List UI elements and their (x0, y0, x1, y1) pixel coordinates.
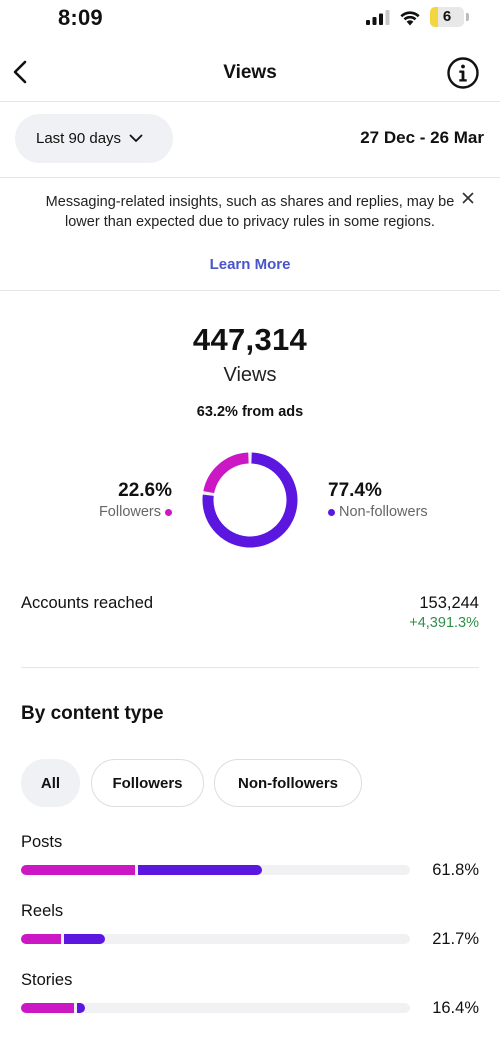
nav-bar: Views (0, 45, 500, 101)
date-range-dropdown[interactable]: Last 90 days (15, 114, 173, 163)
filter-non-followers-chip[interactable]: Non-followers (214, 759, 362, 807)
date-range-label: 27 Dec - 26 Mar (360, 128, 484, 147)
non-followers-bar-segment (76, 1003, 85, 1013)
followers-legend-dot (165, 508, 172, 516)
followers-bar-segment (21, 934, 62, 944)
followers-legend-label: Followers (98, 504, 161, 520)
followers-legend: Followers (99, 504, 172, 520)
cellular-signal-icon (366, 10, 390, 25)
non-followers-bar-segment (138, 865, 262, 875)
wifi-icon (400, 11, 420, 26)
page-title: Views (223, 62, 277, 83)
date-divider (0, 177, 500, 178)
status-bar: 8:09 6 (0, 0, 500, 38)
views-count: 447,314 (192, 322, 308, 357)
non-followers-legend-dot (328, 508, 335, 516)
section-divider (21, 667, 479, 668)
accounts-reached-label: Accounts reached (21, 594, 154, 612)
content-row-bar (21, 1003, 410, 1013)
non-followers-percentage: 77.4% (328, 480, 382, 501)
close-icon[interactable] (460, 190, 476, 206)
content-row-label: Stories (21, 971, 73, 989)
non-followers-legend: Non-followers (328, 504, 428, 520)
status-time: 8:09 (58, 5, 103, 30)
views-from-ads: 63.2% from ads (196, 404, 304, 420)
non-followers-bar-segment (64, 934, 106, 944)
accounts-reached-value: 153,244 (419, 594, 479, 612)
content-row-bar (21, 934, 410, 944)
content-row-percentage: 21.7% (432, 930, 479, 948)
learn-more-link[interactable]: Learn More (0, 256, 500, 273)
privacy-notice-text: Messaging-related insights, such as shar… (45, 194, 455, 230)
content-row-percentage: 16.4% (432, 999, 479, 1017)
content-row-label: Reels (21, 902, 64, 920)
views-label: Views (223, 364, 277, 386)
header-divider (0, 101, 500, 102)
filter-followers-chip[interactable]: Followers (91, 759, 204, 807)
views-donut-chart (202, 452, 298, 548)
donut-followers-slice (203, 452, 249, 494)
followers-bar-segment (21, 1003, 74, 1013)
banner-divider (0, 290, 500, 291)
content-row-label: Posts (21, 833, 63, 851)
content-row-bar (21, 865, 410, 875)
battery-icon: 6 (430, 7, 464, 27)
date-range-selected: Last 90 days (36, 130, 122, 147)
followers-bar-segment (21, 865, 136, 875)
content-row-percentage: 61.8% (432, 861, 479, 879)
info-icon[interactable] (446, 56, 480, 90)
chevron-down-icon (129, 134, 143, 142)
accounts-reached-change: +4,391.3% (409, 615, 479, 631)
battery-level: 6 (442, 8, 452, 25)
followers-percentage: 22.6% (118, 480, 172, 501)
non-followers-legend-label: Non-followers (339, 504, 428, 520)
battery-tip (466, 13, 469, 21)
filter-all-chip[interactable]: All (21, 759, 80, 807)
section-title-content-type: By content type (21, 703, 164, 724)
